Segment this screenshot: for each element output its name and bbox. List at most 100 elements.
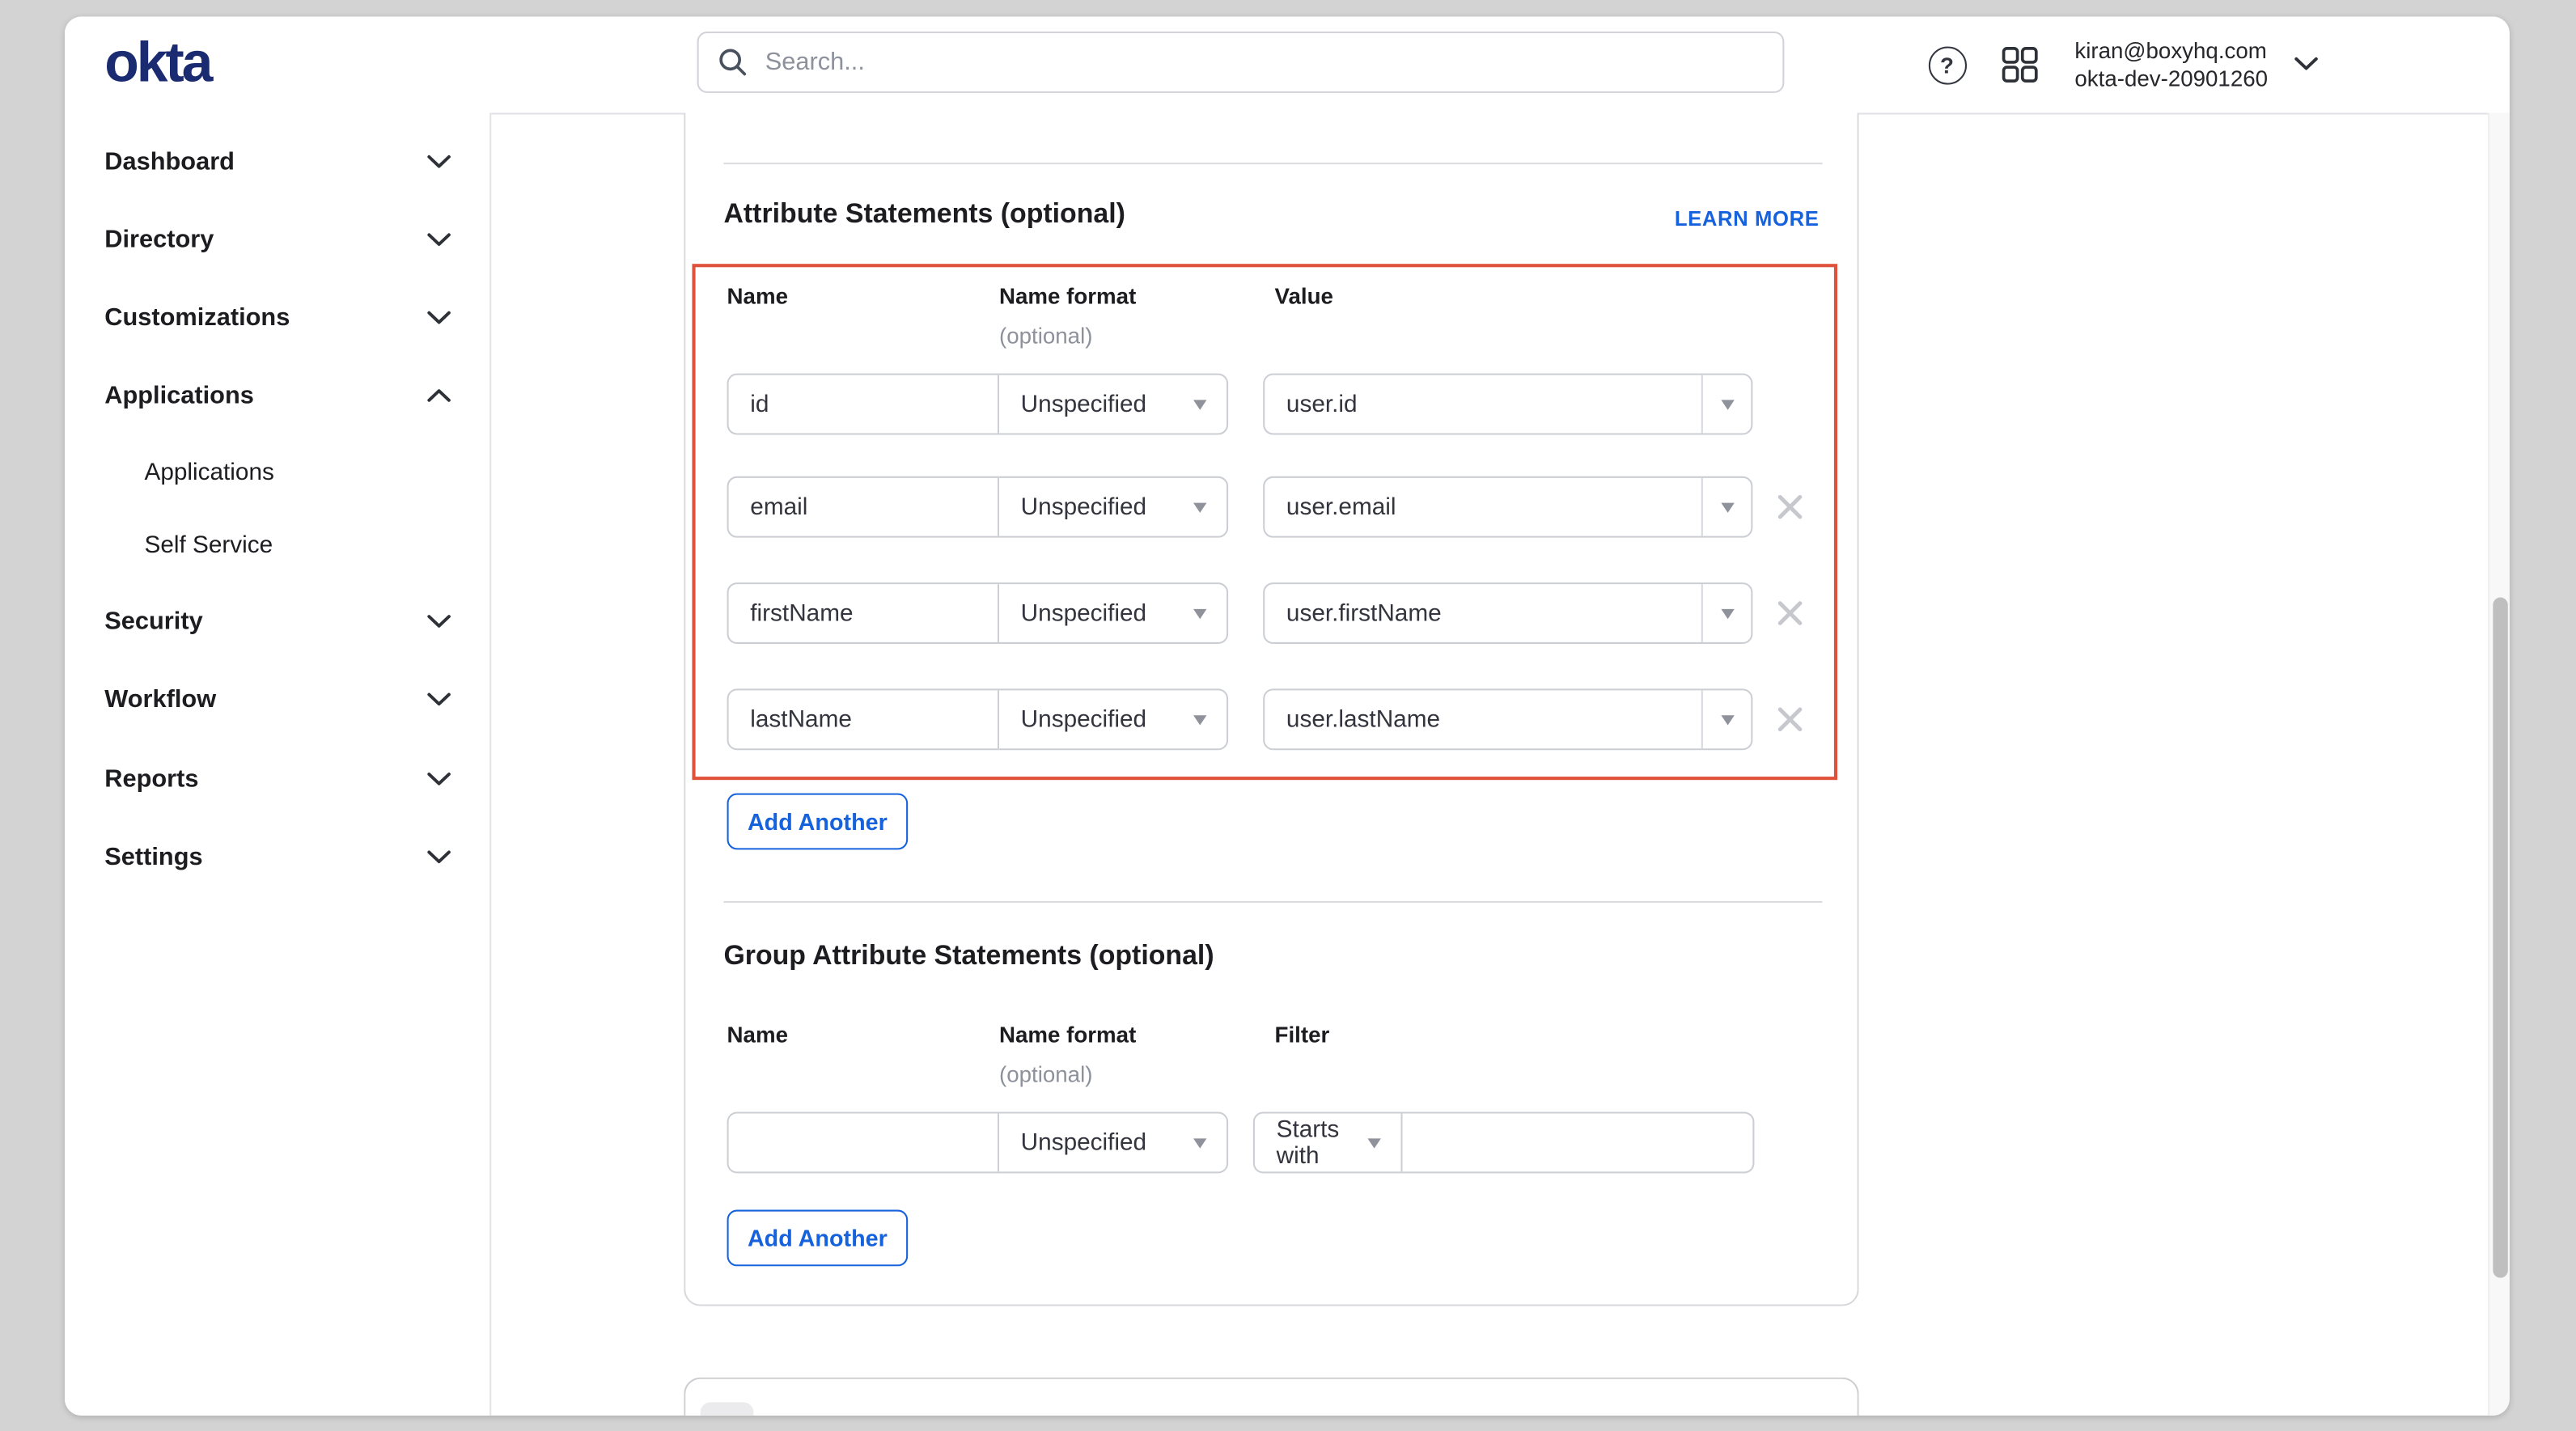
search-input[interactable] (762, 46, 1763, 78)
attr-name-input-0[interactable] (729, 375, 999, 434)
attr-name-input-1[interactable] (729, 478, 999, 536)
sidebar-item-applications[interactable]: Applications (65, 375, 489, 415)
attr-value-input-1[interactable] (1265, 478, 1701, 536)
attr-value-dropdown-1[interactable] (1701, 478, 1752, 536)
dropdown-arrow-icon (1720, 399, 1733, 409)
divider (723, 901, 1822, 903)
chevron-down-icon (426, 692, 451, 706)
next-section-card (684, 1378, 1858, 1416)
column-header-value: Value (1275, 284, 1333, 309)
chevron-down-icon (426, 614, 451, 629)
group-format-select[interactable]: Unspecified (999, 1114, 1227, 1172)
attr-name-input-3[interactable] (729, 690, 999, 748)
app-window: okta ? kiran@boxyhq. (65, 17, 2510, 1416)
learn-more-link[interactable]: LEARN MORE (1675, 207, 1820, 231)
help-icon: ? (1928, 45, 1966, 83)
global-search[interactable] (697, 32, 1785, 93)
group-filter-op-select[interactable]: Starts with (1255, 1114, 1403, 1172)
remove-row-button-2[interactable] (1769, 592, 1809, 632)
dropdown-arrow-icon (1193, 1137, 1206, 1147)
close-icon (1775, 705, 1803, 733)
attr-format-select-0[interactable]: Unspecified (999, 375, 1227, 434)
attr-row-3-name-format: Unspecified (727, 688, 1229, 750)
dropdown-arrow-icon (1193, 714, 1206, 724)
attr-value-combo-1 (1263, 476, 1752, 538)
group-column-header-format: Name format (999, 1022, 1136, 1048)
attr-value-input-0[interactable] (1265, 375, 1701, 434)
chevron-down-icon (426, 155, 451, 169)
chevron-down-icon (426, 772, 451, 786)
dropdown-arrow-icon (1720, 608, 1733, 618)
attr-value-input-2[interactable] (1265, 584, 1701, 642)
group-column-header-filter: Filter (1275, 1022, 1330, 1048)
attr-value-combo-3 (1263, 688, 1752, 750)
attr-name-input-2[interactable] (729, 584, 999, 642)
sidebar-item-settings[interactable]: Settings (65, 836, 489, 876)
sidebar-item-applications-sub[interactable]: Applications (65, 453, 489, 493)
group-attribute-statements-title: Group Attribute Statements (optional) (723, 941, 1214, 972)
dropdown-arrow-icon (1720, 714, 1733, 724)
group-column-header-name: Name (727, 1022, 788, 1048)
apps-grid-button[interactable] (1995, 40, 2045, 90)
attr-value-combo-2 (1263, 582, 1752, 644)
search-icon (718, 48, 747, 76)
attribute-statements-title: Attribute Statements (optional) (723, 199, 1125, 231)
chevron-down-icon[interactable] (2294, 57, 2319, 71)
group-row-name-format: Unspecified (727, 1112, 1229, 1174)
sidebar-item-directory[interactable]: Directory (65, 219, 489, 259)
attr-value-input-3[interactable] (1265, 690, 1701, 748)
divider (723, 163, 1822, 164)
sidebar-item-dashboard[interactable]: Dashboard (65, 141, 489, 180)
grid-icon (2002, 46, 2038, 83)
help-button[interactable]: ? (1922, 40, 1972, 90)
scrollbar-track[interactable] (2488, 113, 2510, 1416)
column-header-optional: (optional) (999, 324, 1092, 349)
scrollbar-thumb[interactable] (2492, 598, 2506, 1278)
attr-value-dropdown-2[interactable] (1701, 584, 1752, 642)
dropdown-arrow-icon (1193, 502, 1206, 512)
attr-row-2-name-format: Unspecified (727, 582, 1229, 644)
dropdown-arrow-icon (1720, 502, 1733, 512)
column-header-name: Name (727, 284, 788, 309)
dropdown-arrow-icon (1193, 608, 1206, 618)
dropdown-arrow-icon (1367, 1137, 1380, 1147)
skeleton-block (701, 1403, 754, 1416)
account-email: kiran@boxyhq.com (2074, 38, 2268, 66)
attr-value-dropdown-0[interactable] (1701, 375, 1752, 434)
saml-settings-card: Attribute Statements (optional) LEARN MO… (684, 113, 1858, 1306)
attr-row-1-name-format: Unspecified (727, 476, 1229, 538)
group-filter-combo: Starts with (1253, 1112, 1755, 1174)
add-another-attribute-button[interactable]: Add Another (727, 794, 909, 850)
page: okta ? kiran@boxyhq. (0, 0, 2576, 1431)
sidebar-item-self-service[interactable]: Self Service (65, 526, 489, 565)
chevron-down-icon (426, 311, 451, 325)
remove-row-button-3[interactable] (1769, 699, 1809, 739)
sidebar-item-security[interactable]: Security (65, 601, 489, 641)
group-column-header-optional: (optional) (999, 1062, 1092, 1087)
close-icon (1775, 492, 1803, 520)
attr-format-select-1[interactable]: Unspecified (999, 478, 1227, 536)
chevron-up-icon (426, 388, 451, 403)
attr-format-select-3[interactable]: Unspecified (999, 690, 1227, 748)
sidebar-item-workflow[interactable]: Workflow (65, 679, 489, 718)
attr-row-0-name-format: Unspecified (727, 374, 1229, 435)
sidebar-nav: Dashboard Directory Customizations Appli… (65, 113, 489, 1416)
chevron-down-icon (426, 849, 451, 864)
attr-value-combo-0 (1263, 374, 1752, 435)
okta-logo[interactable]: okta (104, 32, 210, 96)
sidebar-divider (489, 113, 491, 1416)
group-filter-value-input[interactable] (1403, 1114, 1753, 1172)
attr-value-dropdown-3[interactable] (1701, 690, 1752, 748)
group-name-input[interactable] (729, 1114, 999, 1172)
chevron-down-icon (426, 232, 451, 247)
sidebar-item-customizations[interactable]: Customizations (65, 297, 489, 337)
remove-row-button-1[interactable] (1769, 486, 1809, 526)
column-header-format: Name format (999, 284, 1136, 309)
dropdown-arrow-icon (1193, 399, 1206, 409)
attr-format-select-2[interactable]: Unspecified (999, 584, 1227, 642)
top-bar: okta ? kiran@boxyhq. (65, 17, 2510, 115)
add-another-group-attribute-button[interactable]: Add Another (727, 1210, 909, 1267)
close-icon (1775, 599, 1803, 627)
sidebar-item-reports[interactable]: Reports (65, 759, 489, 798)
account-menu[interactable]: kiran@boxyhq.com okta-dev-20901260 (2074, 38, 2268, 93)
